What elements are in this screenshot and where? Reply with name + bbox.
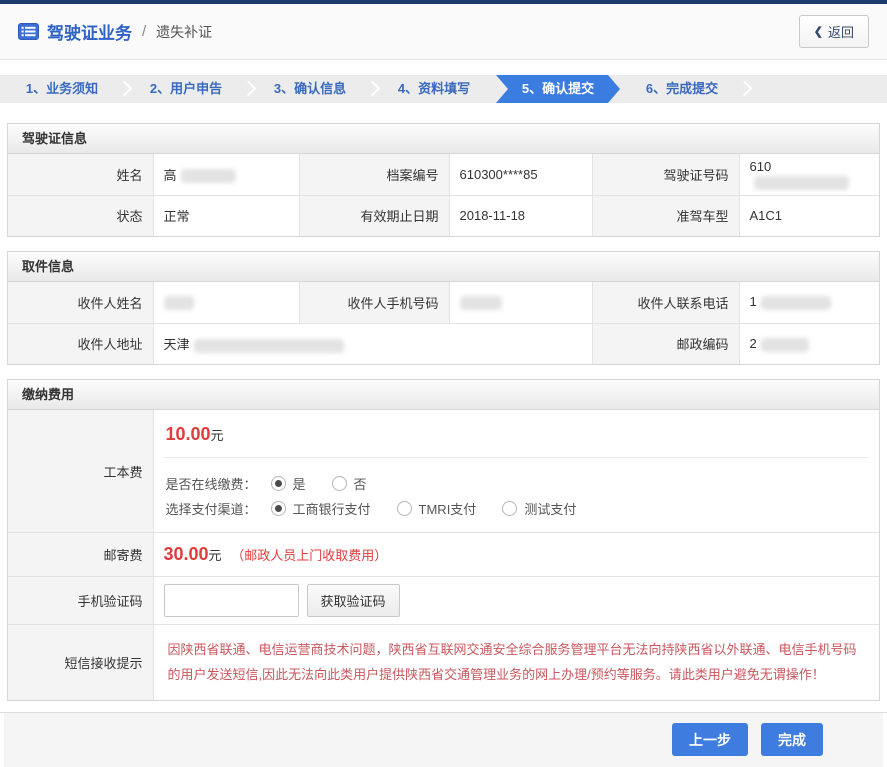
currency-unit: 元 <box>211 428 224 443</box>
step-separator-icon <box>737 81 753 97</box>
online-pay-yes-radio[interactable] <box>271 476 286 491</box>
previous-step-button[interactable]: 上一步 <box>672 723 748 756</box>
pay-channel-label: 选择支付渠道： <box>166 499 257 518</box>
step-3-confirm-info[interactable]: 3、确认信息 <box>248 75 372 103</box>
pay-channel-row: 选择支付渠道： 工商银行支付 TMRI支付 测试支付 <box>166 499 868 518</box>
recipient-name-label: 收件人姓名 <box>8 282 153 323</box>
redacted-text <box>761 296 831 310</box>
step-5-confirm-submit-active[interactable]: 5、确认提交 <box>496 75 620 103</box>
table-row: 邮寄费 30.00元 （邮政人员上门收取费用） <box>8 533 879 577</box>
fees-section: 缴纳费用 工本费 10.00元 是否在线缴费： 是 否 选择 <box>7 379 880 701</box>
name-value: 高 <box>153 154 299 195</box>
license-no-label: 驾驶证号码 <box>592 154 739 195</box>
channel-icbc-radio[interactable] <box>271 501 286 516</box>
currency-unit: 元 <box>209 548 222 563</box>
recipient-phone-label: 收件人联系电话 <box>592 282 739 323</box>
step-navigation: 1、业务须知 2、用户申告 3、确认信息 4、资料填写 5、确认提交 6、完成提… <box>0 75 887 103</box>
channel-tmri-label[interactable]: TMRI支付 <box>419 499 477 518</box>
fees-table: 工本费 10.00元 是否在线缴费： 是 否 选择支付渠道： <box>8 410 879 700</box>
work-fee-amount-row: 10.00元 <box>164 410 870 458</box>
get-code-button[interactable]: 获取验证码 <box>307 584 400 617</box>
back-button[interactable]: ❮ 返回 <box>799 15 869 48</box>
vehicle-class-value: A1C1 <box>739 195 879 236</box>
channel-tmri-radio[interactable] <box>397 501 412 516</box>
channel-test-radio[interactable] <box>502 501 517 516</box>
finish-button[interactable]: 完成 <box>761 723 823 756</box>
online-pay-yes-label[interactable]: 是 <box>293 474 306 493</box>
name-label: 姓名 <box>8 154 153 195</box>
sms-notice-label: 短信接收提示 <box>8 625 153 700</box>
pickup-section-title: 取件信息 <box>8 252 879 282</box>
recipient-mobile-value <box>449 282 592 323</box>
vehicle-class-label: 准驾车型 <box>592 195 739 236</box>
online-pay-no-label[interactable]: 否 <box>354 474 367 493</box>
table-row: 收件人地址 天津 邮政编码 2 <box>8 323 879 364</box>
expiry-label: 有效期止日期 <box>299 195 449 236</box>
redacted-text <box>460 296 502 310</box>
file-no-label: 档案编号 <box>299 154 449 195</box>
page-header: 驾驶证业务 / 遗失补证 ❮ 返回 <box>0 4 887 60</box>
work-fee-amount: 10.00 <box>166 424 211 444</box>
breadcrumb-divider: / <box>142 23 146 40</box>
work-fee-label: 工本费 <box>8 410 153 533</box>
redacted-text <box>194 339 344 353</box>
step-4-fill-data[interactable]: 4、资料填写 <box>372 75 496 103</box>
postcode-value: 2 <box>739 323 879 364</box>
online-pay-label: 是否在线缴费： <box>166 474 257 493</box>
file-no-value: 610300****85 <box>449 154 592 195</box>
status-value: 正常 <box>153 195 299 236</box>
channel-test-label[interactable]: 测试支付 <box>524 499 576 518</box>
back-chevron-icon: ❮ <box>814 25 823 38</box>
step-6-complete-submit[interactable]: 6、完成提交 <box>620 75 744 103</box>
online-pay-row: 是否在线缴费： 是 否 <box>166 474 868 493</box>
license-section-title: 驾驶证信息 <box>8 124 879 154</box>
table-row: 收件人姓名 收件人手机号码 收件人联系电话 1 <box>8 282 879 323</box>
postcode-label: 邮政编码 <box>592 323 739 364</box>
redacted-text <box>761 338 809 352</box>
table-row: 状态 正常 有效期止日期 2018-11-18 准驾车型 A1C1 <box>8 195 879 236</box>
license-info-table: 姓名 高 档案编号 610300****85 驾驶证号码 610 状态 正常 有… <box>8 154 879 236</box>
postage-label: 邮寄费 <box>8 533 153 577</box>
recipient-phone-value: 1 <box>739 282 879 323</box>
table-row: 工本费 10.00元 是否在线缴费： 是 否 选择支付渠道： <box>8 410 879 533</box>
recipient-mobile-label: 收件人手机号码 <box>299 282 449 323</box>
step-1-business-notice[interactable]: 1、业务须知 <box>0 75 124 103</box>
online-pay-no-radio[interactable] <box>332 476 347 491</box>
list-icon <box>18 23 39 40</box>
redacted-text <box>754 176 849 190</box>
footer-action-bar: 上一步 完成 <box>4 713 883 767</box>
sms-code-label: 手机验证码 <box>8 577 153 625</box>
license-no-value: 610 <box>739 154 879 195</box>
license-info-section: 驾驶证信息 姓名 高 档案编号 610300****85 驾驶证号码 610 状… <box>7 123 880 237</box>
page-title: 驾驶证业务 <box>47 19 132 44</box>
channel-icbc-label[interactable]: 工商银行支付 <box>293 499 371 518</box>
postage-note: （邮政人员上门收取费用） <box>231 548 387 563</box>
sms-notice-text: 因陕西省联通、电信运营商技术问题，陕西省互联网交通安全综合服务管理平台无法向持陕… <box>164 625 870 700</box>
recipient-address-value: 天津 <box>153 323 592 364</box>
postage-amount: 30.00 <box>164 544 209 564</box>
step-2-user-declaration[interactable]: 2、用户申告 <box>124 75 248 103</box>
breadcrumb-current: 遗失补证 <box>156 22 212 42</box>
recipient-name-value <box>153 282 299 323</box>
pickup-info-section: 取件信息 收件人姓名 收件人手机号码 收件人联系电话 1 收件人地址 天津 邮政… <box>7 251 880 365</box>
pickup-info-table: 收件人姓名 收件人手机号码 收件人联系电话 1 收件人地址 天津 邮政编码 2 <box>8 282 879 364</box>
table-row: 短信接收提示 因陕西省联通、电信运营商技术问题，陕西省互联网交通安全综合服务管理… <box>8 625 879 700</box>
redacted-text <box>164 296 194 310</box>
fees-section-title: 缴纳费用 <box>8 380 879 410</box>
table-row: 姓名 高 档案编号 610300****85 驾驶证号码 610 <box>8 154 879 195</box>
status-label: 状态 <box>8 195 153 236</box>
expiry-value: 2018-11-18 <box>449 195 592 236</box>
redacted-text <box>181 169 236 183</box>
recipient-address-label: 收件人地址 <box>8 323 153 364</box>
back-button-label: 返回 <box>828 22 854 41</box>
table-row: 手机验证码 获取验证码 <box>8 577 879 625</box>
sms-code-input[interactable] <box>164 584 299 617</box>
